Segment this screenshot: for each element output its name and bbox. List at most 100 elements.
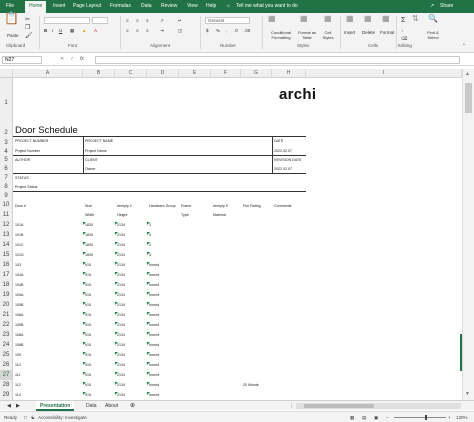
- collapse-ribbon-icon[interactable]: ⌃: [462, 43, 466, 48]
- column-header-d[interactable]: D: [147, 69, 179, 78]
- font-size-box[interactable]: [92, 17, 108, 24]
- conditional-formatting-icon[interactable]: ▦: [268, 15, 276, 23]
- scroll-down-icon[interactable]: ▼: [465, 391, 470, 397]
- find-select-button[interactable]: Find & Select: [424, 30, 442, 40]
- insert-cells-icon[interactable]: ▦: [346, 15, 354, 23]
- align-top-icon[interactable]: ≡: [126, 18, 129, 23]
- column-header-b[interactable]: B: [83, 69, 115, 78]
- enter-icon[interactable]: ✓: [70, 56, 74, 62]
- column-header-c[interactable]: C: [115, 69, 147, 78]
- column-header-i[interactable]: I: [306, 69, 462, 78]
- scroll-thumb[interactable]: [465, 83, 472, 113]
- select-all-corner[interactable]: [0, 69, 13, 78]
- format-table-icon[interactable]: ▦: [300, 15, 308, 23]
- currency-icon[interactable]: $: [206, 28, 209, 33]
- cell-styles-icon[interactable]: ▦: [324, 15, 332, 23]
- bold-icon[interactable]: B: [44, 28, 47, 33]
- find-select-icon[interactable]: 🔍: [428, 15, 438, 23]
- row-header[interactable]: 25: [0, 350, 12, 360]
- paste-icon[interactable]: 📋: [4, 12, 19, 24]
- cut-icon[interactable]: ✂: [25, 17, 30, 23]
- horizontal-scrollbar[interactable]: [296, 403, 461, 409]
- accessibility-status[interactable]: Accessibility: Investigate: [38, 413, 87, 422]
- row-header[interactable]: 3: [0, 138, 12, 148]
- align-bottom-icon[interactable]: ≡: [146, 18, 149, 23]
- font-color-icon[interactable]: A: [94, 28, 97, 33]
- underline-icon[interactable]: U: [59, 28, 62, 33]
- format-cells-icon[interactable]: ▦: [382, 15, 390, 23]
- row-header[interactable]: 9: [0, 191, 12, 201]
- delete-cells-icon[interactable]: ▦: [364, 15, 372, 23]
- row-header[interactable]: 1: [0, 78, 12, 128]
- tab-insert[interactable]: Insert: [53, 2, 66, 11]
- fill-icon[interactable]: ↓: [401, 28, 403, 33]
- fill-color-icon[interactable]: ▲: [82, 28, 86, 33]
- horizontal-scroll-thumb[interactable]: [304, 404, 374, 408]
- clear-icon[interactable]: ⌫: [401, 36, 407, 41]
- tab-view[interactable]: View: [187, 2, 198, 11]
- tab-formulas[interactable]: Formulas: [110, 2, 131, 11]
- align-right-icon[interactable]: ≡: [146, 28, 149, 33]
- tab-file[interactable]: File: [6, 2, 14, 11]
- decrease-decimal-icon[interactable]: .00: [244, 28, 250, 33]
- formula-input[interactable]: [95, 56, 460, 64]
- row-header[interactable]: 20: [0, 300, 12, 310]
- number-format-select[interactable]: General: [205, 17, 250, 24]
- conditional-formatting-button[interactable]: Conditional Formatting: [266, 30, 296, 40]
- format-painter-icon[interactable]: 🖌: [25, 33, 33, 39]
- italic-icon[interactable]: I: [52, 28, 53, 33]
- insert-function-icon[interactable]: fx: [80, 56, 84, 62]
- row-header[interactable]: 28: [0, 380, 12, 390]
- row-header-selected[interactable]: 27: [0, 370, 12, 380]
- zoom-slider[interactable]: [394, 415, 446, 420]
- page-layout-view-icon[interactable]: ▤: [362, 413, 366, 422]
- tab-data[interactable]: Data: [141, 2, 152, 11]
- zoom-level[interactable]: 120%: [456, 413, 468, 422]
- column-header-h[interactable]: H: [272, 69, 306, 78]
- row-header[interactable]: 13: [0, 230, 12, 240]
- row-header[interactable]: 22: [0, 320, 12, 330]
- copy-icon[interactable]: ❐: [25, 25, 30, 31]
- increase-decimal-icon[interactable]: .0: [234, 28, 238, 33]
- row-header[interactable]: 4: [0, 148, 12, 156]
- tab-review[interactable]: Review: [161, 2, 177, 11]
- row-header[interactable]: 24: [0, 340, 12, 350]
- tab-home[interactable]: Home: [25, 1, 47, 13]
- row-header[interactable]: 5: [0, 156, 12, 165]
- page-break-view-icon[interactable]: ▣: [374, 413, 378, 422]
- column-header-e[interactable]: E: [179, 69, 211, 78]
- row-header[interactable]: 2: [0, 128, 12, 138]
- cancel-icon[interactable]: ✕: [60, 56, 64, 62]
- row-header[interactable]: 8: [0, 183, 12, 191]
- delete-button[interactable]: Delete: [362, 30, 375, 35]
- comma-icon[interactable]: ,: [226, 28, 227, 33]
- row-header[interactable]: 21: [0, 310, 12, 320]
- row-header[interactable]: 17: [0, 270, 12, 280]
- borders-icon[interactable]: ▦: [70, 28, 74, 33]
- percent-icon[interactable]: %: [216, 28, 220, 33]
- row-header[interactable]: 7: [0, 173, 12, 183]
- row-header[interactable]: 11: [0, 210, 12, 220]
- align-left-icon[interactable]: ≡: [126, 28, 129, 33]
- insert-button[interactable]: Insert: [344, 30, 355, 35]
- tell-me-search[interactable]: Tell me what you want to do: [236, 2, 298, 11]
- row-header[interactable]: 15: [0, 250, 12, 260]
- sheet-tab-data[interactable]: Data: [82, 401, 101, 411]
- font-name-box[interactable]: [44, 17, 90, 24]
- share-button[interactable]: Share: [440, 2, 453, 11]
- autosum-icon[interactable]: Σ: [401, 17, 405, 24]
- format-as-table-button[interactable]: Format as Table: [296, 30, 318, 40]
- column-header-f[interactable]: F: [211, 69, 241, 78]
- indent-icon[interactable]: ⇥: [160, 28, 164, 33]
- worksheet-grid[interactable]: archi Door Schedule PROJECT NUMBER Proje…: [13, 78, 462, 400]
- row-header[interactable]: 29: [0, 390, 12, 400]
- column-header-a[interactable]: A: [13, 69, 83, 78]
- column-header-g[interactable]: G: [241, 69, 272, 78]
- zoom-in-icon[interactable]: +: [448, 413, 451, 422]
- align-middle-icon[interactable]: ≡: [136, 18, 139, 23]
- add-sheet-icon[interactable]: ⊕: [126, 401, 139, 411]
- row-header[interactable]: 14: [0, 240, 12, 250]
- orientation-icon[interactable]: ↗: [160, 18, 164, 23]
- format-button[interactable]: Format: [380, 30, 394, 35]
- align-center-icon[interactable]: ≡: [136, 28, 139, 33]
